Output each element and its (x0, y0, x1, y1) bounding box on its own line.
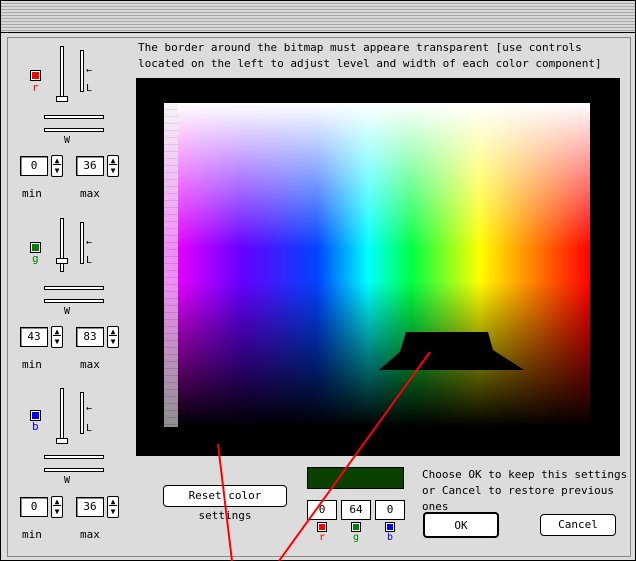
r-value-field: 0 (307, 500, 337, 520)
info-note: Choose OK to keep this settings or Cance… (422, 468, 628, 513)
b-value-field: 0 (375, 500, 405, 520)
reset-color-settings-button[interactable]: Reset color settings (163, 485, 287, 522)
mini-blue-letter: b (387, 532, 394, 543)
mini-green-swatch (351, 522, 361, 532)
color-preview (307, 467, 404, 489)
mini-blue-swatch (385, 522, 395, 532)
mini-red-swatch (317, 522, 327, 532)
ok-button[interactable]: OK (423, 512, 499, 538)
cancel-button[interactable]: Cancel (540, 514, 616, 536)
g-value-field: 64 (341, 500, 371, 520)
mini-red-letter: r (319, 532, 326, 543)
mini-green-letter: g (353, 532, 360, 543)
